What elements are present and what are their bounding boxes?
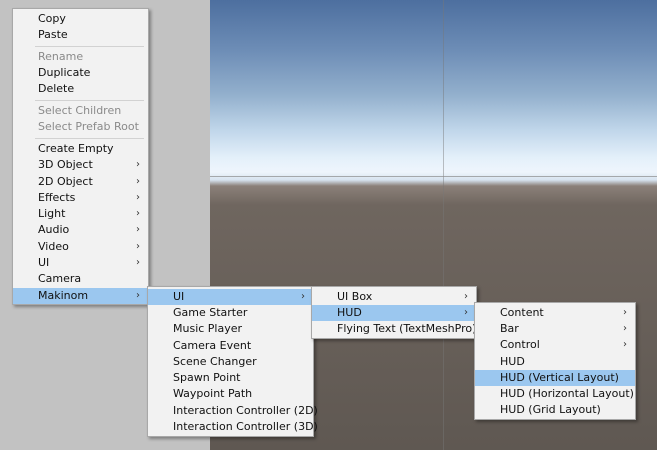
chevron-right-icon: › (136, 192, 140, 203)
menu-item-game-starter[interactable]: Game Starter (148, 305, 313, 321)
menu-item-scene-changer[interactable]: Scene Changer (148, 354, 313, 370)
menu-item-select-children[interactable]: Select Children (13, 103, 148, 119)
menu-item-camera[interactable]: Camera (13, 271, 148, 287)
menu-item-hud-vertical-layout[interactable]: HUD (Vertical Layout) (475, 370, 635, 386)
menu-item-hud[interactable]: HUD (475, 354, 635, 370)
chevron-right-icon: › (136, 257, 140, 268)
menu-item-makinom-ui[interactable]: UI › (148, 289, 313, 305)
menu-item-select-prefab-root[interactable]: Select Prefab Root (13, 119, 148, 135)
hud-submenu: Content › Bar › Control › HUD HUD (Vertical… (474, 302, 636, 420)
menu-item-waypoint-path[interactable]: Waypoint Path (148, 386, 313, 402)
chevron-right-icon: › (301, 291, 305, 302)
menu-item-copy[interactable]: Copy (13, 11, 148, 27)
menu-item-duplicate[interactable]: Duplicate (13, 65, 148, 81)
menu-item-content[interactable]: Content › (475, 305, 635, 321)
menu-item-hud-submenu[interactable]: HUD › (312, 305, 476, 321)
menu-item-interaction-controller-2d[interactable]: Interaction Controller (2D) (148, 403, 318, 419)
menu-item-paste[interactable]: Paste (13, 27, 148, 43)
menu-item-bar[interactable]: Bar › (475, 321, 635, 337)
menu-item-camera-event[interactable]: Camera Event (148, 338, 313, 354)
menu-separator (35, 46, 144, 47)
chevron-right-icon: › (623, 323, 627, 334)
menu-item-flying-text[interactable]: Flying Text (TextMeshPro) (312, 321, 476, 337)
chevron-right-icon: › (136, 176, 140, 187)
menu-item-effects[interactable]: Effects › (13, 190, 148, 206)
menu-separator (35, 138, 144, 139)
menu-item-makinom[interactable]: Makinom › (13, 288, 148, 304)
chevron-right-icon: › (464, 291, 468, 302)
menu-item-audio[interactable]: Audio › (13, 222, 148, 238)
makinom-ui-submenu: UI Box › HUD › Flying Text (TextMeshPro) (311, 286, 477, 339)
menu-item-music-player[interactable]: Music Player (148, 321, 313, 337)
menu-item-hud-grid-layout[interactable]: HUD (Grid Layout) (475, 402, 635, 418)
makinom-submenu: UI › Game Starter Music Player Camera Eve… (147, 286, 318, 437)
menu-item-spawn-point[interactable]: Spawn Point (148, 370, 313, 386)
chevron-right-icon: › (136, 241, 140, 252)
hierarchy-context-menu: Copy Paste Rename Duplicate Delete Selec… (12, 8, 149, 305)
menu-item-ui-box[interactable]: UI Box › (312, 289, 476, 305)
menu-item-light[interactable]: Light › (13, 206, 148, 222)
menu-item-interaction-controller-3d[interactable]: Interaction Controller (3D) (148, 419, 318, 435)
chevron-right-icon: › (136, 224, 140, 235)
chevron-right-icon: › (136, 290, 140, 301)
scene-grid-line-vertical (443, 0, 444, 450)
menu-item-3d-object[interactable]: 3D Object › (13, 157, 148, 173)
chevron-right-icon: › (136, 208, 140, 219)
chevron-right-icon: › (623, 307, 627, 318)
menu-item-create-empty[interactable]: Create Empty (13, 141, 148, 157)
menu-item-hud-horizontal-layout[interactable]: HUD (Horizontal Layout) (475, 386, 635, 402)
menu-item-control[interactable]: Control › (475, 337, 635, 353)
menu-item-rename[interactable]: Rename (13, 49, 148, 65)
chevron-right-icon: › (136, 159, 140, 170)
chevron-right-icon: › (623, 339, 627, 350)
menu-item-delete[interactable]: Delete (13, 81, 148, 97)
menu-item-2d-object[interactable]: 2D Object › (13, 174, 148, 190)
menu-item-video[interactable]: Video › (13, 239, 148, 255)
chevron-right-icon: › (464, 307, 468, 318)
scene-horizon-line (210, 176, 657, 177)
menu-item-ui[interactable]: UI › (13, 255, 148, 271)
menu-separator (35, 100, 144, 101)
